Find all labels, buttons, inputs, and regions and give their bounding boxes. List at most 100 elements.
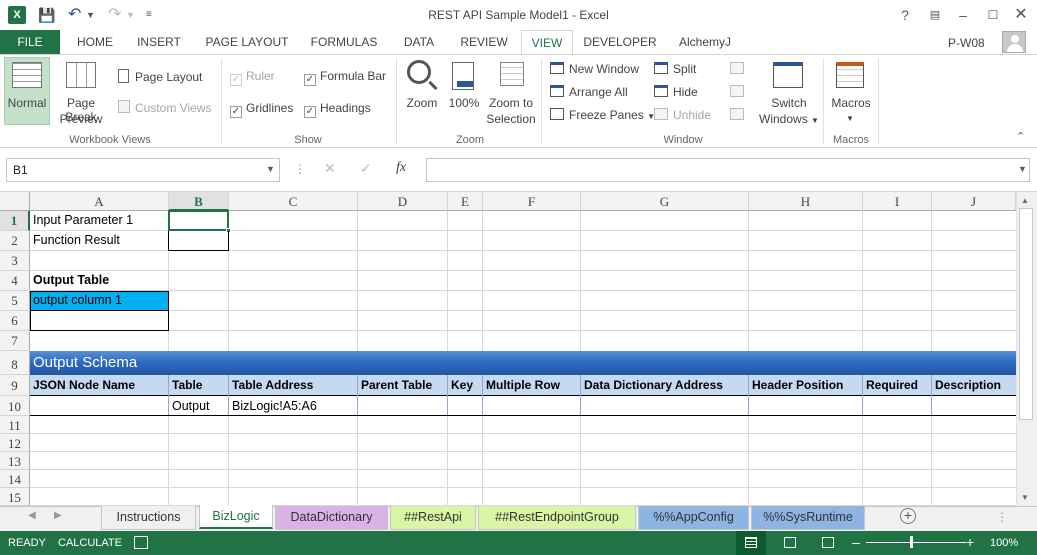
page-break-preview-label-2[interactable]: Preview [50,112,112,126]
sheet-tab-appconfig[interactable]: %%AppConfig [638,506,749,530]
header-data-dictionary-address[interactable]: Data Dictionary Address [581,378,723,392]
sheet-tab-restapi[interactable]: ##RestApi [390,506,476,530]
collapse-ribbon-icon[interactable]: ⌃ [1016,130,1025,143]
selected-cell-b1[interactable] [168,210,229,231]
hide-button[interactable]: Hide [673,85,698,99]
column-header-d[interactable]: D [358,192,448,211]
header-parent-table[interactable]: Parent Table [358,378,432,392]
header-description[interactable]: Description [932,378,1001,392]
tab-review[interactable]: REVIEW [452,30,516,54]
enter-icon[interactable]: ✓ [360,160,372,177]
headings-checkbox[interactable]: ✓ Headings [304,101,371,118]
ruler-checkbox[interactable]: ✓ Ruler [230,69,275,86]
split-button[interactable]: Split [673,62,696,76]
view-side-by-side-icon[interactable] [730,62,744,74]
maximize-button[interactable]: ☐ [978,4,1008,26]
insert-function-icon[interactable]: fx [396,160,406,176]
minimize-button[interactable]: – [948,4,978,26]
zoom-button[interactable]: Zoom [403,96,441,110]
sheet-tab-sysruntime[interactable]: %%SysRuntime [751,506,865,530]
tab-developer[interactable]: DEVELOPER [580,30,660,54]
zoom-slider-track[interactable] [866,542,966,543]
cell-b2[interactable] [168,231,229,251]
row-header-1[interactable]: 1 [0,211,30,231]
custom-views-button[interactable]: Custom Views [135,101,211,115]
reset-window-position-icon[interactable] [730,108,744,120]
switch-windows-button[interactable]: Windows ▼ [758,112,820,128]
row-header-14[interactable]: 14 [0,470,30,488]
formula-input[interactable] [426,158,1030,182]
zoom-icon[interactable] [407,60,431,84]
header-key[interactable]: Key [448,378,473,392]
ribbon-display-options-icon[interactable]: ▤ [920,4,950,26]
freeze-panes-button[interactable]: Freeze Panes ▼ [569,108,655,124]
macro-recording-icon[interactable] [134,536,148,549]
zoom-to-selection-label-1[interactable]: Zoom to [486,96,536,110]
scroll-up-icon[interactable]: ▲ [1021,196,1029,205]
sheet-tab-restendpointgroup[interactable]: ##RestEndpointGroup [478,506,636,530]
cell-c10[interactable]: BizLogic!A5:A6 [229,399,317,413]
formula-bar-checkbox[interactable]: ✓ Formula Bar [304,69,386,86]
column-header-c[interactable]: C [229,192,358,211]
zoom-level[interactable]: 100% [990,537,1018,549]
tab-home[interactable]: HOME [68,30,122,54]
header-required[interactable]: Required [863,378,918,392]
cancel-icon[interactable]: ✕ [324,160,336,177]
output-schema-title[interactable]: Output Schema [33,354,137,371]
row-header-4[interactable]: 4 [0,271,30,291]
synchronous-scrolling-icon[interactable] [730,85,744,97]
tab-page-layout[interactable]: PAGE LAYOUT [198,30,296,54]
tab-view[interactable]: VIEW [521,30,573,55]
help-icon[interactable]: ? [890,4,920,26]
tab-data[interactable]: DATA [394,30,444,54]
column-header-a[interactable]: A [30,192,169,211]
zoom-in-icon[interactable]: + [966,534,974,550]
switch-windows-label-1[interactable]: Switch [762,96,816,110]
scroll-thumb[interactable] [1019,208,1033,420]
row-header-5[interactable]: 5 [0,291,30,311]
new-sheet-icon[interactable]: + [900,508,916,524]
column-header-b[interactable]: B [169,192,229,211]
page-break-status-icon[interactable] [822,537,834,548]
unhide-button[interactable]: Unhide [673,108,711,122]
row-header-9[interactable]: 9 [0,375,30,396]
cell-a4[interactable]: Output Table [30,273,109,287]
zoom-slider-thumb[interactable] [910,536,913,548]
row-header-11[interactable]: 11 [0,416,30,434]
row-header-10[interactable]: 10 [0,396,30,416]
scroll-down-icon[interactable]: ▼ [1021,493,1029,502]
name-box[interactable]: B1 [6,158,280,182]
worksheet-grid[interactable]: A B C D E F G H I J 1 2 3 4 5 6 7 8 9 10… [0,192,1016,506]
row-header-15[interactable]: 15 [0,488,30,506]
header-json-node-name[interactable]: JSON Node Name [30,378,135,392]
scroll-tabs-right-icon[interactable]: ▶ [54,510,62,521]
cell-a1[interactable]: Input Parameter 1 [30,213,133,227]
new-window-button[interactable]: New Window [569,62,639,76]
cell-a6[interactable] [30,311,169,331]
header-header-position[interactable]: Header Position [749,378,843,392]
header-multiple-row[interactable]: Multiple Row [483,378,560,392]
column-header-j[interactable]: J [932,192,1016,211]
row-header-2[interactable]: 2 [0,231,30,251]
column-header-h[interactable]: H [749,192,863,211]
normal-view-status-icon[interactable] [736,531,766,555]
tab-alchemyj[interactable]: AlchemyJ [670,30,740,54]
close-button[interactable]: ✕ [1006,4,1036,26]
column-header-f[interactable]: F [483,192,581,211]
cell-a5[interactable]: output column 1 [30,293,122,307]
zoom-out-icon[interactable]: – [852,534,860,550]
header-table[interactable]: Table [169,378,202,392]
avatar[interactable] [1002,31,1026,53]
tab-file[interactable]: FILE [0,30,60,54]
name-box-dropdown-icon[interactable]: ▼ [266,164,275,174]
tab-insert[interactable]: INSERT [130,30,188,54]
column-header-i[interactable]: I [863,192,932,211]
page-layout-button[interactable]: Page Layout [135,70,202,84]
cell-a2[interactable]: Function Result [30,233,120,247]
chevron-down-icon[interactable]: ▼ [846,112,854,126]
row-header-7[interactable]: 7 [0,331,30,351]
scroll-tabs-left-icon[interactable]: ◀ [28,510,36,521]
column-header-e[interactable]: E [448,192,483,211]
horizontal-scroll-grip-icon[interactable]: ⋮ [996,510,1008,524]
row-header-6[interactable]: 6 [0,311,30,331]
